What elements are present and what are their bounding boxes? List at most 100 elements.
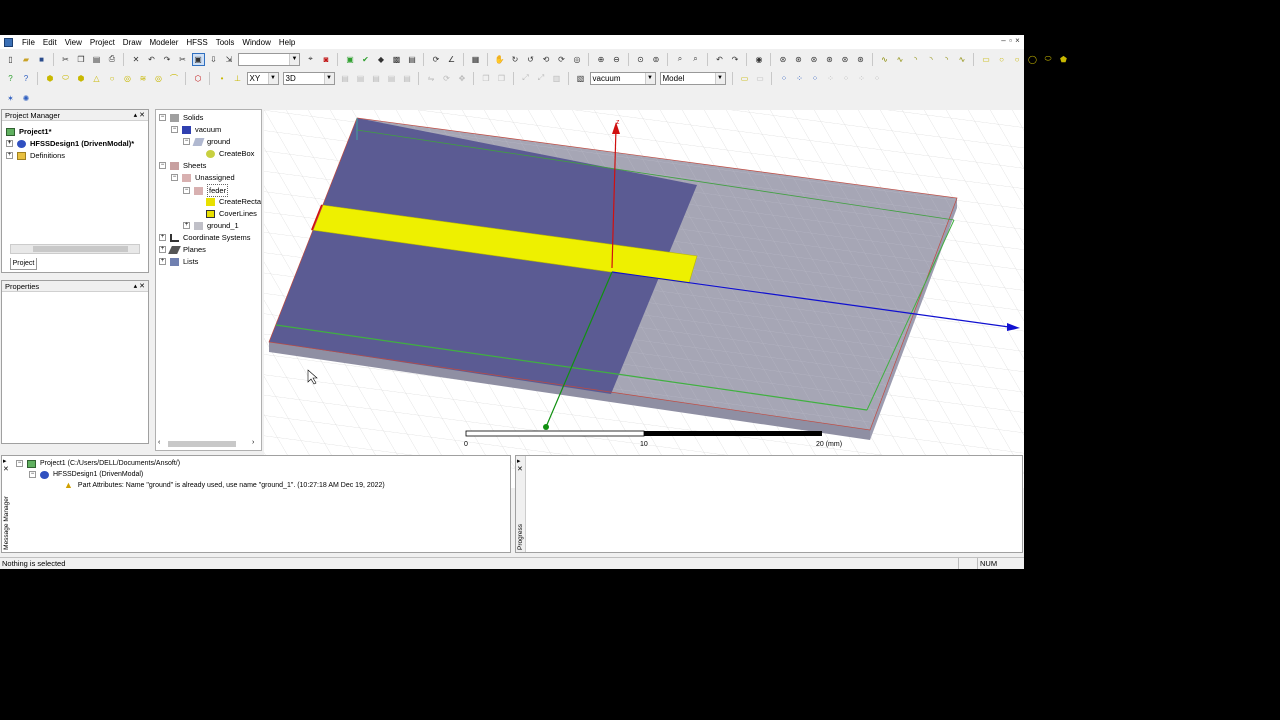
spiral-icon[interactable]: ◎ <box>152 72 165 85</box>
analyze-icon[interactable]: ✔ <box>359 53 372 66</box>
model-combo[interactable]: Model ▼ <box>659 71 726 85</box>
rotate-obj-icon[interactable]: ⟳ <box>440 72 453 85</box>
field-icon[interactable]: ▩ <box>390 53 403 66</box>
material-combo[interactable]: vacuum ▼ <box>589 71 656 85</box>
orbit2-icon[interactable]: ↺ <box>524 53 537 66</box>
modeler-scene[interactable]: z 0 10 20 (mm) <box>264 110 1024 488</box>
menu-file[interactable]: File <box>18 36 39 49</box>
horizontal-scrollbar[interactable] <box>10 244 140 254</box>
arc3-icon[interactable]: ◝ <box>940 53 953 66</box>
redo-icon[interactable]: ↷ <box>161 53 174 66</box>
align-icon[interactable]: ▤ <box>339 72 352 85</box>
snap2-icon[interactable]: ⁘ <box>793 72 806 85</box>
helix-icon[interactable]: ≋ <box>137 72 150 85</box>
expand-icon[interactable]: + <box>6 152 13 159</box>
menu-modeler[interactable]: Modeler <box>145 36 182 49</box>
zoom-in-icon[interactable]: ⊕ <box>595 53 608 66</box>
boolean-imprint-icon[interactable]: ⊛ <box>839 53 852 66</box>
tree-lists[interactable]: + Lists <box>159 256 198 267</box>
ellipse2-icon[interactable]: ⬭ <box>1042 53 1055 66</box>
tree-sheets[interactable]: − Sheets <box>159 160 206 171</box>
help-icon[interactable]: ? <box>4 72 17 85</box>
boolean-intersect-icon[interactable]: ⊛ <box>808 53 821 66</box>
snap5-icon[interactable]: ⁘ <box>840 72 853 85</box>
tree-solids[interactable]: − Solids <box>159 112 203 123</box>
arc-icon[interactable]: ◝ <box>909 53 922 66</box>
whats-this-icon[interactable]: ? <box>20 72 33 85</box>
align3-icon[interactable]: ▤ <box>370 72 383 85</box>
scroll-right-icon[interactable]: › <box>252 439 254 446</box>
boolean-unite-icon[interactable]: ⊛ <box>777 53 790 66</box>
optimetrics-icon[interactable]: ✺ <box>20 92 33 105</box>
grid-icon[interactable]: ▦ <box>469 53 482 66</box>
tab-project[interactable]: Project <box>10 258 37 270</box>
menu-view[interactable]: View <box>61 36 86 49</box>
zoom-sel-icon[interactable]: ⌕ <box>689 53 702 66</box>
snap6-icon[interactable]: ⁘ <box>855 72 868 85</box>
spline-icon[interactable]: ∿ <box>894 53 907 66</box>
menu-project[interactable]: Project <box>86 36 119 49</box>
expand-icon[interactable]: + <box>6 140 13 147</box>
point-icon[interactable]: • <box>216 72 229 85</box>
regular-polygon-icon[interactable]: ○ <box>1011 53 1024 66</box>
delete-icon[interactable]: ✕ <box>130 53 143 66</box>
zoom-all-icon[interactable]: ⌕ <box>674 53 687 66</box>
box-icon[interactable]: ⬢ <box>44 72 57 85</box>
boolean-subtract-icon[interactable]: ⊛ <box>792 53 805 66</box>
horizontal-scrollbar[interactable]: ‹ › <box>158 439 258 449</box>
snap4-icon[interactable]: ⁘ <box>824 72 837 85</box>
tree-createrect[interactable]: CreateRecta <box>206 196 261 207</box>
arc2-icon[interactable]: ◝ <box>925 53 938 66</box>
orbit-icon[interactable]: ↻ <box>509 53 522 66</box>
sweep-icon[interactable]: ⤢ <box>535 72 548 85</box>
plane-icon[interactable]: ⊥ <box>231 72 244 85</box>
tree-createbox[interactable]: CreateBox <box>206 148 254 159</box>
redo-view-icon[interactable]: ↷ <box>729 53 742 66</box>
thicken-icon[interactable]: ▥ <box>550 72 563 85</box>
view-icon[interactable]: ◉ <box>753 53 766 66</box>
tree-ground1[interactable]: + ground_1 <box>183 220 239 231</box>
polyhedron-icon[interactable]: ⬢ <box>75 72 88 85</box>
line-icon[interactable]: ∿ <box>878 53 891 66</box>
snap-icon[interactable]: ⁘ <box>778 72 791 85</box>
orbit4-icon[interactable]: ⟳ <box>555 53 568 66</box>
drawing-mode-combo[interactable]: 3D ▼ <box>282 71 335 85</box>
tree-item-project[interactable]: Project1* <box>6 126 52 137</box>
panel-close-icon[interactable]: ✕ <box>517 465 523 473</box>
tree-coordinate-systems[interactable]: + Coordinate Systems <box>159 232 251 243</box>
panel-close-icon[interactable]: ▴ ✕ <box>134 281 145 292</box>
message-warning[interactable]: ▲ Part Attributes: Name "ground" is alre… <box>64 480 385 491</box>
save-icon[interactable]: ■ <box>35 53 48 66</box>
validate-icon[interactable]: ▣ <box>344 53 357 66</box>
duplicate2-icon[interactable]: ❐ <box>495 72 508 85</box>
select-icon[interactable]: ▣ <box>191 52 205 66</box>
snap7-icon[interactable]: ⁘ <box>871 72 884 85</box>
equation-icon[interactable]: ∿ <box>956 53 969 66</box>
tree-vacuum[interactable]: − vacuum <box>171 124 221 135</box>
message-project[interactable]: − Project1 (C:/Users/DELL/Documents/Anso… <box>16 458 180 469</box>
ellipse-icon[interactable]: ◯ <box>1026 53 1039 66</box>
new-icon[interactable]: ▯ <box>4 53 17 66</box>
report-icon[interactable]: ▤ <box>406 53 419 66</box>
modeler-viewport[interactable]: z 0 10 20 (mm) <box>264 110 1024 488</box>
panel-close-icon[interactable]: ▴ ✕ <box>134 110 145 121</box>
mirror-icon[interactable]: ⇋ <box>425 72 438 85</box>
align4-icon[interactable]: ▤ <box>385 72 398 85</box>
tree-coverlines[interactable]: CoverLines <box>206 208 257 219</box>
scrollbar-thumb[interactable] <box>33 246 128 252</box>
undo-view-icon[interactable]: ↶ <box>713 53 726 66</box>
zoom-out-icon[interactable]: ⊖ <box>610 53 623 66</box>
print-icon[interactable]: ⎙ <box>106 53 119 66</box>
orbit3-icon[interactable]: ⟲ <box>540 53 553 66</box>
tree-item-definitions[interactable]: + Definitions <box>6 150 65 161</box>
scroll-left-icon[interactable]: ‹ <box>158 439 160 446</box>
move-icon[interactable]: ✥ <box>456 72 469 85</box>
panel-close-icon[interactable]: ✕ <box>3 465 9 473</box>
polygon-icon[interactable]: ⬟ <box>1057 53 1070 66</box>
tree-planes[interactable]: + Planes <box>159 244 206 255</box>
sphere-icon[interactable]: ○ <box>106 72 119 85</box>
zoom-window-icon[interactable]: ⊚ <box>650 53 663 66</box>
bondwire-icon[interactable]: ⌒ <box>168 72 181 85</box>
cut-icon[interactable]: ✂ <box>59 53 72 66</box>
align2-icon[interactable]: ▤ <box>354 72 367 85</box>
